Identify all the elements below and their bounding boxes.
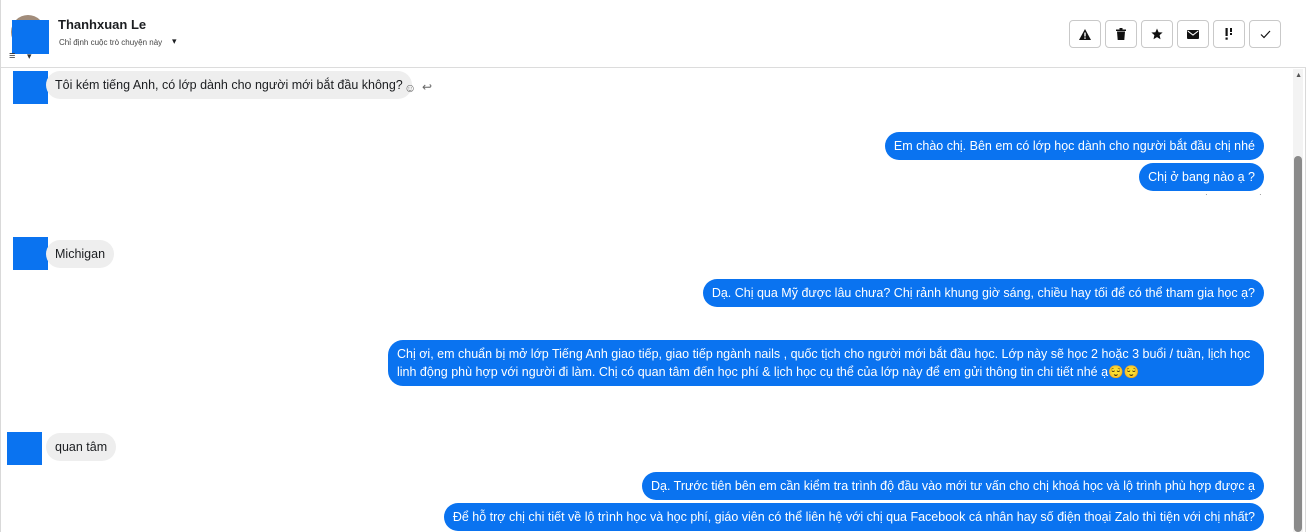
sender-avatar[interactable] xyxy=(7,432,42,465)
react-emoji-icon[interactable]: ☺ xyxy=(404,81,416,95)
message-outgoing[interactable]: Chị ở bang nào ạ ? xyxy=(1139,163,1264,191)
message-outgoing[interactable]: Chị ơi, em chuẩn bị mở lớp Tiếng Anh gia… xyxy=(388,340,1264,386)
scrollbar-thumb[interactable] xyxy=(1294,156,1302,532)
mark-done-button[interactable] xyxy=(1249,20,1281,48)
filter-dropdown-caret-icon[interactable]: ▾ xyxy=(27,51,32,62)
warning-icon xyxy=(1079,28,1091,40)
assign-conversation-label[interactable]: Chỉ định cuộc trò chuyện này xyxy=(59,38,162,47)
contact-avatar[interactable] xyxy=(12,20,49,54)
sender-avatar[interactable] xyxy=(13,71,48,104)
star-icon xyxy=(1151,28,1163,40)
delete-button[interactable] xyxy=(1105,20,1137,48)
star-button[interactable] xyxy=(1141,20,1173,48)
message-incoming[interactable]: quan tâm xyxy=(46,433,117,461)
report-spam-button[interactable] xyxy=(1069,20,1101,48)
seen-indicator: · xyxy=(1259,190,1262,199)
contact-name[interactable]: Thanhxuan Le xyxy=(58,17,146,32)
scroll-up-arrow-icon[interactable]: ▲ xyxy=(1295,72,1302,79)
mark-unread-button[interactable] xyxy=(1177,20,1209,48)
check-icon xyxy=(1260,30,1270,38)
seen-indicator: · xyxy=(1205,190,1208,199)
exclamation-icon xyxy=(1225,28,1232,40)
message-incoming[interactable]: Michigan xyxy=(46,240,115,268)
message-outgoing[interactable]: Để hỗ trợ chị chi tiết về lộ trình học v… xyxy=(443,503,1264,531)
message-outgoing[interactable]: Em chào chị. Bên em có lớp học dành cho … xyxy=(884,132,1264,160)
message-outgoing[interactable]: Dạ. Trước tiên bên em cần kiểm tra trình… xyxy=(641,472,1264,500)
envelope-icon xyxy=(1187,29,1199,39)
message-incoming[interactable]: Tôi kém tiếng Anh, có lớp dành cho người… xyxy=(46,71,412,99)
sender-avatar[interactable] xyxy=(13,237,48,270)
conversation-actions xyxy=(1069,20,1281,48)
inbox-conversation-window: Thanhxuan Le Chỉ định cuộc trò chuyện nà… xyxy=(0,0,1306,532)
follow-up-button[interactable] xyxy=(1213,20,1245,48)
assign-dropdown-caret-icon[interactable]: ▾ xyxy=(172,36,177,47)
filter-sliders-icon[interactable]: ≡ xyxy=(9,50,15,62)
trash-icon xyxy=(1116,28,1126,40)
conversation-header: Thanhxuan Le Chỉ định cuộc trò chuyện nà… xyxy=(1,0,1306,68)
reply-icon[interactable]: ↩ xyxy=(422,80,432,94)
message-outgoing[interactable]: Dạ. Chị qua Mỹ được lâu chưa? Chị rảnh k… xyxy=(702,279,1264,307)
